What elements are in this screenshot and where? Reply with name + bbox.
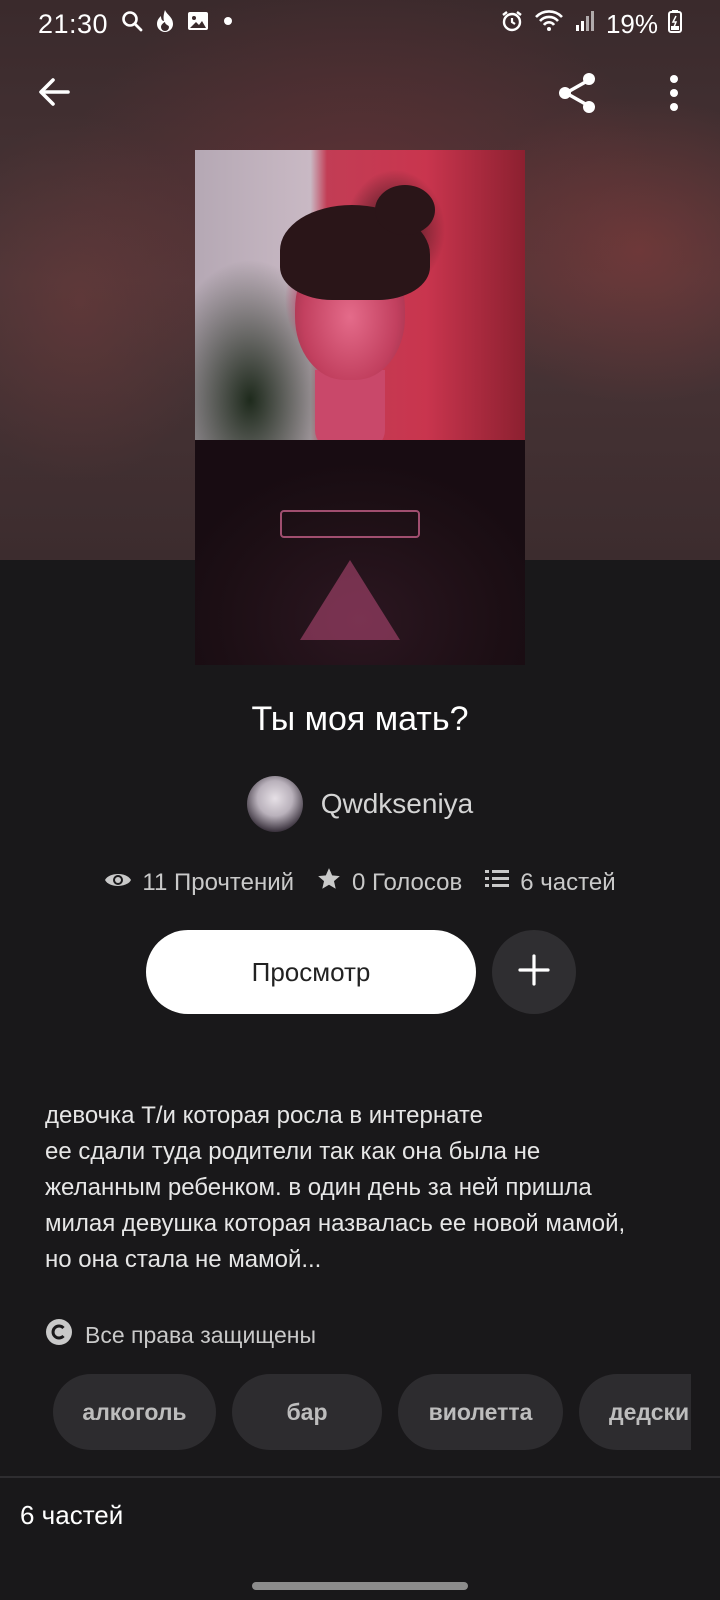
author-row[interactable]: Qwdkseniya xyxy=(0,776,720,832)
back-button[interactable] xyxy=(28,68,80,120)
top-bar xyxy=(0,60,720,132)
copyright-notice: Все права защищены xyxy=(45,1318,316,1352)
image-icon xyxy=(186,9,210,40)
cover-figure-hairbun xyxy=(375,185,435,235)
cover-shirt-print xyxy=(280,510,420,538)
signal-icon xyxy=(574,9,596,40)
battery-icon xyxy=(668,9,682,40)
author-avatar[interactable] xyxy=(246,776,303,832)
story-cover-image[interactable] xyxy=(195,150,525,665)
wifi-icon xyxy=(534,9,564,40)
dot-icon xyxy=(220,9,236,40)
status-bar: 21:30 19% xyxy=(0,0,720,48)
parts-stat: 6 частей xyxy=(484,867,616,898)
star-icon xyxy=(316,866,342,899)
copyright-text: Все права защищены xyxy=(85,1321,316,1348)
share-icon xyxy=(553,69,601,122)
add-to-library-button[interactable] xyxy=(492,930,576,1014)
read-button[interactable]: Просмотр xyxy=(146,930,476,1014)
story-stats: 11 Прочтений 0 Голосов 6 частей xyxy=(0,866,720,899)
status-time: 21:30 xyxy=(38,8,109,39)
section-divider xyxy=(0,1476,720,1478)
description-line: ее сдали туда родители так как она была … xyxy=(45,1138,541,1165)
share-button[interactable] xyxy=(550,68,604,122)
cover-figure-neck xyxy=(315,370,385,450)
navigation-gesture-bar[interactable] xyxy=(252,1582,468,1590)
eye-icon xyxy=(104,869,132,897)
author-name[interactable]: Qwdkseniya xyxy=(321,788,474,820)
description-line: девочка Т/и которая росла в интернате xyxy=(45,1102,483,1129)
search-icon xyxy=(120,9,144,40)
votes-stat: 0 Голосов xyxy=(316,866,462,899)
more-vertical-icon xyxy=(668,73,680,118)
story-title: Ты моя мать? xyxy=(251,700,469,738)
reads-count: 11 Прочтений xyxy=(142,868,295,896)
plus-icon xyxy=(517,953,551,992)
fire-icon xyxy=(154,9,176,40)
copyright-icon xyxy=(45,1318,73,1352)
description-line: но она стала не мамой... xyxy=(45,1246,322,1273)
more-options-button[interactable] xyxy=(650,68,698,122)
description-line: желанным ребенком. в один день за ней пр… xyxy=(45,1174,592,1201)
votes-count: 0 Голосов xyxy=(352,868,463,896)
parts-count: 6 частей xyxy=(520,868,616,896)
story-description: девочка Т/и которая росла в интернате ее… xyxy=(45,1098,685,1278)
arrow-left-icon xyxy=(36,74,72,115)
battery-percent: 19% xyxy=(605,8,658,39)
tags-list: алкоголь бар виолетта дедски xyxy=(53,1374,691,1450)
reads-stat: 11 Прочтений xyxy=(104,869,294,897)
cover-shirt-graphic xyxy=(300,560,400,640)
tag-chip[interactable]: алкоголь xyxy=(53,1374,216,1450)
parts-section-title[interactable]: 6 частей xyxy=(20,1500,123,1531)
tag-chip[interactable]: дедски xyxy=(579,1374,691,1450)
alarm-icon xyxy=(500,9,524,40)
tag-chip[interactable]: бар xyxy=(232,1374,382,1450)
tag-chip[interactable]: виолетта xyxy=(398,1374,563,1450)
description-line: милая девушка которая назвалась ее новой… xyxy=(45,1210,626,1237)
list-icon xyxy=(484,867,510,898)
